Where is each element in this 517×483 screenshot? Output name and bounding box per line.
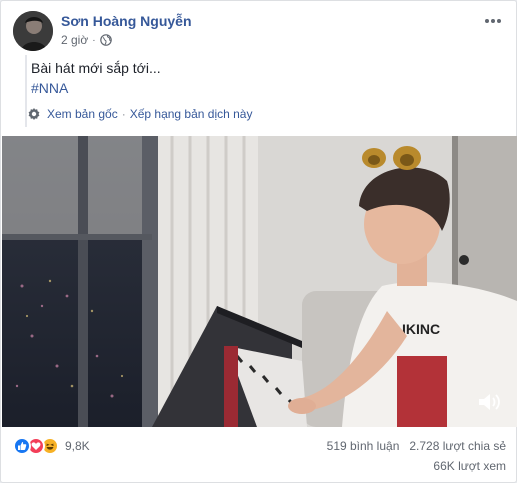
video-frame: IKINC xyxy=(2,136,517,427)
rate-translation-link[interactable]: Xếp hạng bản dịch này xyxy=(130,107,253,121)
post-footer: 9,8K 519 bình luận 2.728 lượt chia sẻ 66… xyxy=(13,435,506,475)
avatar-image xyxy=(13,11,53,51)
post-header: Sơn Hoàng Nguyễn 2 giờ · xyxy=(13,11,506,55)
shares-count[interactable]: 2.728 lượt chia sẻ xyxy=(409,439,506,453)
more-options-icon[interactable] xyxy=(482,13,504,29)
globe-icon[interactable] xyxy=(99,34,112,46)
post-time[interactable]: 2 giờ xyxy=(61,33,88,47)
meta-separator: · xyxy=(92,34,96,46)
hashtag-link[interactable]: #NNA xyxy=(31,79,68,97)
reaction-count: 9,8K xyxy=(65,439,90,453)
volume-icon[interactable] xyxy=(477,391,503,413)
comments-count[interactable]: 519 bình luận xyxy=(327,439,400,453)
see-original-link[interactable]: Xem bản gốc xyxy=(47,107,118,121)
post-card: Sơn Hoàng Nguyễn 2 giờ · Bài hát mới sắp… xyxy=(0,0,517,483)
video-player[interactable]: IKINC xyxy=(2,136,517,427)
like-icon xyxy=(13,437,31,455)
author-name[interactable]: Sơn Hoàng Nguyễn xyxy=(61,13,192,29)
translate-separator: · xyxy=(121,107,126,121)
post-text: Bài hát mới sắp tới... xyxy=(31,60,161,76)
avatar[interactable] xyxy=(13,11,53,51)
svg-text:IKINC: IKINC xyxy=(402,321,440,337)
reactions-summary[interactable]: 9,8K xyxy=(13,437,90,455)
engagement-stats: 519 bình luận 2.728 lượt chia sẻ xyxy=(327,439,506,453)
gear-icon[interactable] xyxy=(27,107,41,121)
views-count: 66K lượt xem xyxy=(433,459,506,473)
post-meta: 2 giờ · xyxy=(61,33,112,47)
translation-bar: Xem bản gốc · Xếp hạng bản dịch này xyxy=(27,107,252,121)
